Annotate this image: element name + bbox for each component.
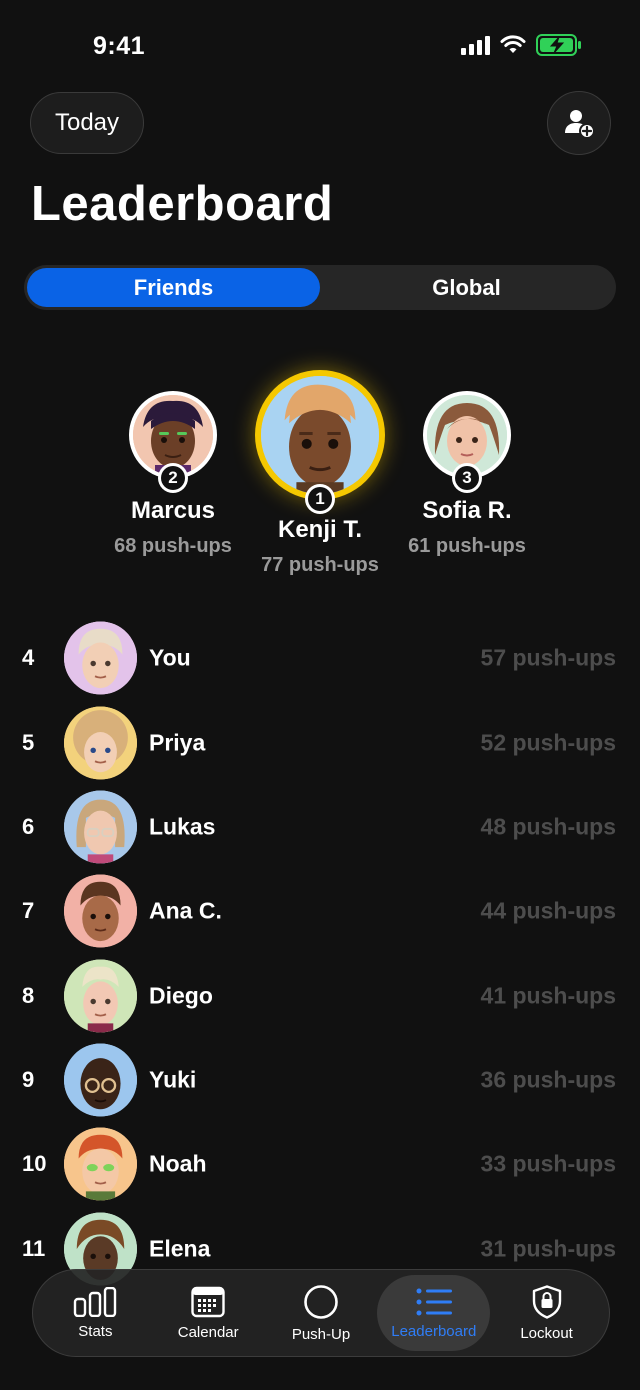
tab-label: Lockout (520, 1324, 573, 1342)
list-rank: 11 (22, 1236, 46, 1261)
status-icons (461, 34, 582, 56)
add-person-icon (565, 110, 595, 139)
today-label: Today (54, 109, 120, 136)
list-name: Lukas (149, 813, 216, 840)
status-time: 9:41 (93, 32, 146, 60)
tab-leaderboard[interactable]: Leaderboard (377, 1275, 491, 1351)
avatar (64, 790, 137, 864)
list-name: Yuki (149, 1066, 197, 1093)
podium-score: 68 push-ups (114, 535, 232, 557)
page-title: Leaderboard (31, 177, 334, 231)
list-name: You (149, 644, 191, 671)
list-name: Priya (149, 729, 206, 756)
list-item[interactable]: 7 Ana C. 44 push-ups (0, 869, 640, 953)
list-rank: 10 (22, 1151, 47, 1176)
list-item[interactable]: 10 Noah 33 push-ups (0, 1122, 640, 1206)
segment-global[interactable]: Global (320, 268, 613, 307)
avatar: 1 (255, 370, 385, 514)
memoji-avatar-image (261, 376, 379, 494)
wifi-icon (500, 35, 526, 53)
tab-push-up[interactable]: Push-Up (265, 1275, 378, 1351)
rank-badge: 1 (305, 484, 335, 514)
podium-score: 61 push-ups (408, 535, 526, 557)
tab-label: Stats (78, 1322, 113, 1340)
podium-third[interactable]: 3 Sofia R. 61 push-ups (397, 391, 537, 558)
podium-name: Kenji T. (277, 516, 362, 543)
tab-bar: Stats Calendar Push-Up Leaderboard Locko… (32, 1269, 610, 1357)
tab-label: Leaderboard (391, 1322, 477, 1340)
list-item[interactable]: 6 Lukas 48 push-ups (0, 785, 640, 869)
today-button[interactable]: Today (30, 92, 144, 154)
list-score: 36 push-ups (480, 1066, 616, 1093)
avatar: 3 (423, 391, 511, 493)
list-item[interactable]: 9 Yuki 36 push-ups (0, 1038, 640, 1122)
list-rank: 6 (22, 814, 35, 839)
list-score: 31 push-ups (480, 1235, 616, 1262)
list-name: Elena (149, 1235, 211, 1262)
list-rank: 5 (22, 730, 35, 755)
avatar (64, 621, 137, 695)
lock-shield-icon (532, 1284, 561, 1319)
list-score: 48 push-ups (480, 813, 616, 840)
list-rank: 7 (22, 898, 35, 923)
cellular-signal-icon (461, 35, 490, 55)
list-name: Noah (149, 1150, 207, 1177)
list-score: 52 push-ups (480, 729, 616, 756)
list-name: Diego (149, 982, 213, 1009)
circle-icon (304, 1284, 338, 1319)
battery-charging-icon (536, 34, 581, 56)
list-score: 41 push-ups (480, 982, 616, 1009)
podium-name: Marcus (130, 497, 216, 524)
rank-badge: 2 (158, 463, 188, 493)
avatar (64, 959, 137, 1033)
tab-label: Push-Up (291, 1325, 351, 1343)
list-item[interactable]: 5 Priya 52 push-ups (0, 701, 640, 785)
avatar (64, 1127, 137, 1201)
list-rank: 4 (22, 645, 35, 670)
list-score: 57 push-ups (480, 644, 616, 671)
bar-chart-icon (74, 1286, 117, 1317)
avatar (64, 1043, 137, 1117)
tab-calendar[interactable]: Calendar (152, 1275, 265, 1351)
avatar: 2 (129, 391, 217, 493)
avatar (64, 874, 137, 948)
tab-label: Calendar (177, 1323, 239, 1341)
podium-score: 77 push-ups (261, 554, 379, 576)
list-icon (416, 1288, 452, 1315)
scope-segmented-control: Friends Global (24, 265, 616, 310)
calendar-icon (191, 1286, 225, 1317)
tab-lockout[interactable]: Lockout (490, 1275, 603, 1351)
podium-name: Sofia R. (422, 497, 512, 524)
podium-first[interactable]: 1 Kenji T. 77 push-ups (240, 370, 400, 577)
list-score: 44 push-ups (480, 897, 616, 924)
list-rank: 9 (22, 1067, 35, 1092)
list-name: Ana C. (149, 897, 222, 924)
tab-stats[interactable]: Stats (39, 1275, 152, 1351)
avatar (64, 706, 137, 780)
add-friend-button[interactable] (547, 91, 611, 155)
list-item[interactable]: 4 You 57 push-ups (0, 616, 640, 700)
segment-friends[interactable]: Friends (27, 268, 320, 307)
list-rank: 8 (22, 983, 35, 1008)
rank-badge: 3 (452, 463, 482, 493)
list-item[interactable]: 8 Diego 41 push-ups (0, 954, 640, 1038)
list-score: 33 push-ups (480, 1150, 616, 1177)
podium-second[interactable]: 2 Marcus 68 push-ups (103, 391, 243, 558)
